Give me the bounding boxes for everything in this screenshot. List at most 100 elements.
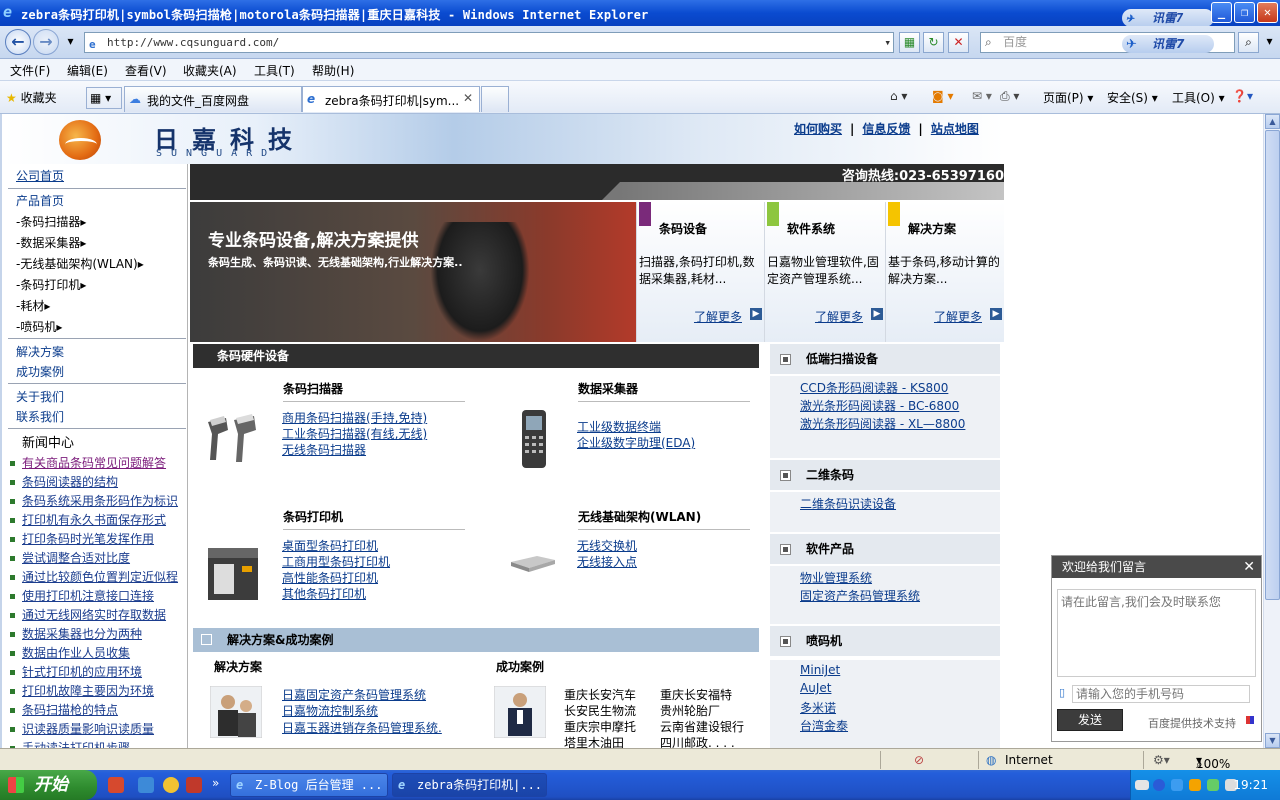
link-2d-reader[interactable]: 二维条码识读设备 <box>800 495 896 512</box>
news-link[interactable]: 打印机有永久书面保存形式 <box>22 513 166 527</box>
news-link[interactable]: 识读器质量影响识读质量 <box>22 722 154 736</box>
protected-mode-icon[interactable]: ⚙▾ <box>1153 753 1170 767</box>
menu-favorites[interactable]: 收藏夹(A) <box>183 62 237 79</box>
page-menu[interactable]: 页面(P) ▾ <box>1043 89 1093 106</box>
scroll-up-icon[interactable]: ▲ <box>1265 114 1280 129</box>
link-feedback[interactable]: 信息反馈 <box>862 122 910 136</box>
menu-file[interactable]: 文件(F) <box>10 62 50 79</box>
message-textarea[interactable] <box>1057 589 1256 677</box>
nav-solutions[interactable]: 解决方案 <box>16 343 64 360</box>
news-list-item[interactable]: 通过比较颜色位置判定近似程 <box>10 568 178 585</box>
network-icon[interactable] <box>1171 779 1183 791</box>
tab-close-icon[interactable]: ✕ <box>463 91 473 105</box>
maximize-button[interactable]: ❐ <box>1234 2 1255 23</box>
menu-edit[interactable]: 编辑(E) <box>67 62 108 79</box>
link-asset-system[interactable]: 固定资产条码管理系统 <box>800 587 920 604</box>
scroll-thumb[interactable] <box>1265 130 1280 600</box>
nav-collectors[interactable]: -数据采集器▸ <box>16 234 86 251</box>
news-list-item[interactable]: 条码扫描枪的特点 <box>10 701 118 718</box>
printer-link-commercial[interactable]: 工商用型条码打印机 <box>282 553 390 570</box>
search-go-button[interactable]: ⌕ <box>1238 32 1259 53</box>
link-how-to-buy[interactable]: 如何购买 <box>794 122 842 136</box>
news-list-item[interactable]: 条码系统采用条形码作为标识 <box>10 492 178 509</box>
news-list-item[interactable]: 通过无线网络实时存取数据 <box>10 606 166 623</box>
printer-link-high-performance[interactable]: 高性能条码打印机 <box>282 569 378 586</box>
address-dropdown-icon[interactable]: ▾ <box>884 33 891 52</box>
scroll-down-icon[interactable]: ▼ <box>1265 733 1280 748</box>
scanner-link-wireless[interactable]: 无线条码扫描器 <box>282 441 366 458</box>
news-link[interactable]: 使用打印机注意接口连接 <box>22 589 154 603</box>
help-icon[interactable]: ❓▾ <box>1232 89 1253 103</box>
favorites-button[interactable]: ★ 收藏夹 <box>6 89 57 106</box>
quicklaunch-ie-icon[interactable] <box>138 777 154 793</box>
home-icon[interactable]: ⌂ ▾ <box>890 89 907 103</box>
news-list-item[interactable]: 尝试调整合适对比度 <box>10 549 130 566</box>
menu-view[interactable]: 查看(V) <box>125 62 167 79</box>
solution-link-logistics[interactable]: 日嘉物流控制系统 <box>282 702 378 719</box>
xunlei-badge[interactable]: ✈ 讯雷7 <box>1122 9 1214 27</box>
zoom-control[interactable]: ⌕ 100% ▾ <box>1196 753 1230 771</box>
news-list-item[interactable]: 手动读法打印机步骤 <box>10 739 130 748</box>
news-link[interactable]: 尝试调整合适对比度 <box>22 551 130 565</box>
news-link[interactable]: 打印机故障主要因为环境 <box>22 684 154 698</box>
quicklaunch-app-icon[interactable] <box>108 777 124 793</box>
news-link[interactable]: 条码阅读器的结构 <box>22 475 118 489</box>
menu-tools[interactable]: 工具(T) <box>254 62 295 79</box>
task-zebra[interactable]: e zebra条码打印机|... <box>392 773 547 797</box>
link-xl8800[interactable]: 激光条形码阅读器 - XL—8800 <box>800 415 965 432</box>
feature-more-link[interactable]: 了解更多 <box>934 308 982 325</box>
news-link[interactable]: 通过比较颜色位置判定近似程 <box>22 570 178 584</box>
news-link[interactable]: 手动读法打印机步骤 <box>22 741 130 748</box>
quicklaunch-more-icon[interactable]: » <box>212 776 219 790</box>
news-link[interactable]: 有关商品条码常见问题解答 <box>22 456 166 470</box>
news-list-item[interactable]: 有关商品条码常见问题解答 <box>10 454 166 471</box>
nav-contact[interactable]: 联系我们 <box>16 408 64 425</box>
history-dropdown-icon[interactable]: ▾ <box>60 32 81 53</box>
feature-more-link[interactable]: 了解更多 <box>694 308 742 325</box>
safety-menu[interactable]: 安全(S) ▾ <box>1107 89 1158 106</box>
nav-wlan[interactable]: -无线基础架构(WLAN)▸ <box>16 255 144 272</box>
news-link[interactable]: 针式打印机的应用环境 <box>22 665 142 679</box>
news-list-item[interactable]: 针式打印机的应用环境 <box>10 663 142 680</box>
collector-link-industrial[interactable]: 工业级数据终端 <box>577 418 661 435</box>
nav-about[interactable]: 关于我们 <box>16 388 64 405</box>
printer-link-desktop[interactable]: 桌面型条码打印机 <box>282 537 378 554</box>
news-link[interactable]: 数据由作业人员收集 <box>22 646 130 660</box>
keyboard-icon[interactable] <box>1135 780 1149 790</box>
back-button[interactable]: ← <box>5 29 31 55</box>
news-list-item[interactable]: 数据由作业人员收集 <box>10 644 130 661</box>
link-aujet[interactable]: AuJet <box>800 681 831 695</box>
link-property-system[interactable]: 物业管理系统 <box>800 569 872 586</box>
tray-shield-icon[interactable] <box>1189 779 1201 791</box>
scanner-link-commercial[interactable]: 商用条码扫描器(手持,免持) <box>282 409 427 426</box>
wlan-link-access-point[interactable]: 无线接入点 <box>577 553 637 570</box>
nav-coders[interactable]: -喷码机▸ <box>16 318 62 335</box>
arrow-right-icon[interactable]: ▶ <box>750 308 762 320</box>
window-titlebar[interactable]: e zebra条码打印机|symbol条码扫描枪|motorola条码扫描器|重… <box>0 0 1280 27</box>
nav-products[interactable]: 产品首页 <box>16 192 64 209</box>
refresh-icon[interactable]: ↻ <box>923 32 944 53</box>
nav-scanners[interactable]: -条码扫描器▸ <box>16 213 86 230</box>
tab-baidu-pan[interactable]: ☁ 我的文件_百度网盘 <box>124 86 302 112</box>
news-link[interactable]: 通过无线网络实时存取数据 <box>22 608 166 622</box>
tools-menu[interactable]: 工具(O) ▾ <box>1172 89 1225 106</box>
link-ks800[interactable]: CCD条形码阅读器 - KS800 <box>800 379 948 396</box>
news-list-item[interactable]: 条码阅读器的结构 <box>10 473 118 490</box>
news-list-item[interactable]: 数据采集器也分为两种 <box>10 625 142 642</box>
start-button[interactable]: 开始 <box>0 770 97 800</box>
news-link[interactable]: 条码扫描枪的特点 <box>22 703 118 717</box>
tray-app-icon[interactable] <box>1153 779 1165 791</box>
nav-printers[interactable]: -条码打印机▸ <box>16 276 86 293</box>
collector-link-eda[interactable]: 企业级数字助理(EDA) <box>577 434 695 451</box>
quicklaunch-360-icon[interactable] <box>163 777 179 793</box>
news-list-item[interactable]: 打印机故障主要因为环境 <box>10 682 154 699</box>
tray-security-icon[interactable] <box>1207 779 1219 791</box>
tab-current[interactable]: e zebra条码打印机|sym... ✕ <box>302 86 480 112</box>
link-jintai[interactable]: 台湾金泰 <box>800 717 848 734</box>
solution-link-assets[interactable]: 日嘉固定资产条码管理系统 <box>282 686 426 703</box>
nav-home[interactable]: 公司首页 <box>16 167 64 184</box>
wlan-link-switch[interactable]: 无线交换机 <box>577 537 637 554</box>
feature-more-link[interactable]: 了解更多 <box>815 308 863 325</box>
close-button[interactable]: ✕ <box>1257 2 1278 23</box>
solution-link-jade[interactable]: 日嘉玉器进销存条码管理系统. <box>282 719 442 736</box>
